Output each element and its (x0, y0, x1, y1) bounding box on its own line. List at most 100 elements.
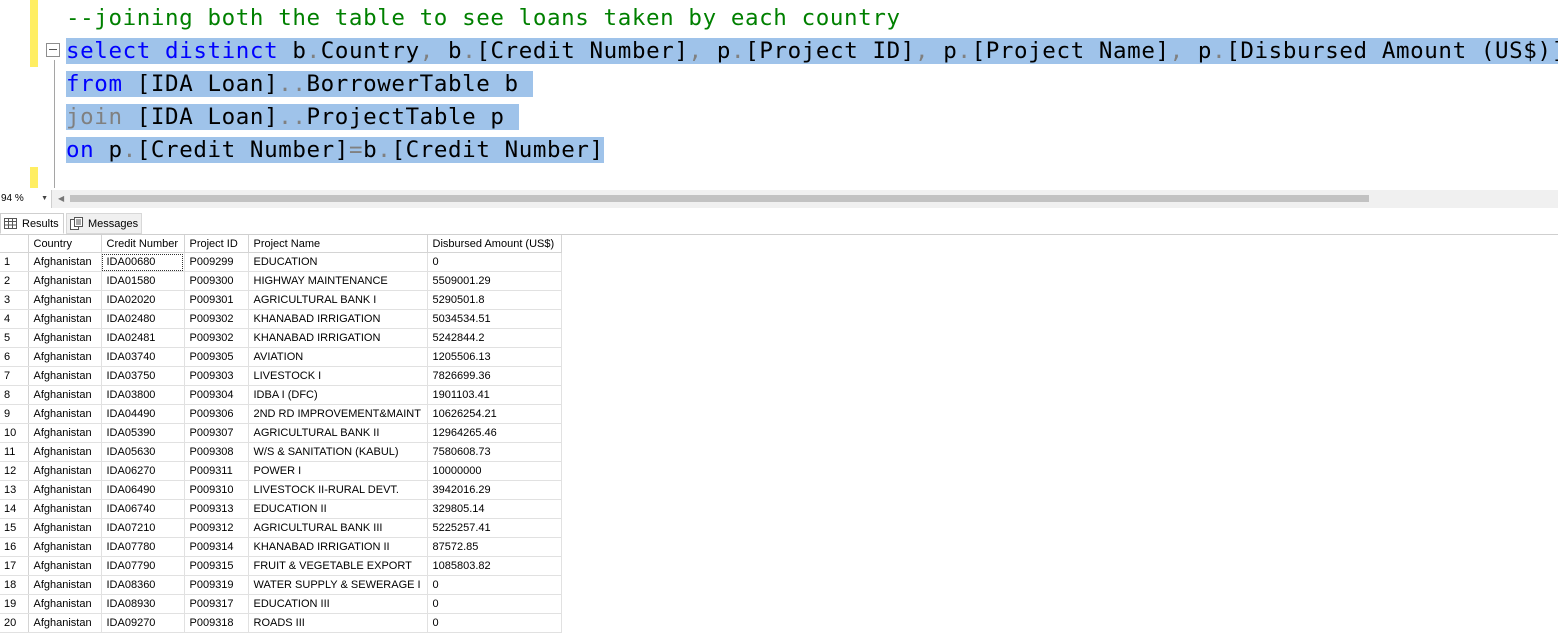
column-header[interactable]: Disbursed Amount (US$) (427, 235, 562, 253)
cell-project-id[interactable]: P009312 (184, 518, 249, 538)
cell-disbursed-amount[interactable]: 1205506.13 (427, 347, 562, 367)
cell-project-id[interactable]: P009302 (184, 309, 249, 329)
cell-project-id[interactable]: P009310 (184, 480, 249, 500)
table-row[interactable]: 8 Afghanistan IDA03800 P009304 IDBA I (DFC) 1… (0, 385, 562, 405)
row-number[interactable]: 15 (0, 518, 29, 538)
cell-credit-number[interactable]: IDA03800 (101, 385, 185, 405)
table-row[interactable]: 13 Afghanistan IDA06490 P009310 LIVESTOCK II… (0, 480, 562, 500)
row-number[interactable]: 19 (0, 594, 29, 614)
cell-disbursed-amount[interactable]: 10000000 (427, 461, 562, 481)
cell-disbursed-amount[interactable]: 0 (427, 252, 562, 272)
column-header[interactable]: Project ID (184, 235, 249, 253)
cell-country[interactable]: Afghanistan (28, 309, 102, 329)
row-number[interactable]: 20 (0, 613, 29, 633)
cell-project-name[interactable]: AGRICULTURAL BANK III (248, 518, 428, 538)
cell-credit-number[interactable]: IDA05390 (101, 423, 185, 443)
cell-credit-number[interactable]: IDA02480 (101, 309, 185, 329)
cell-disbursed-amount[interactable]: 1901103.41 (427, 385, 562, 405)
cell-disbursed-amount[interactable]: 5225257.41 (427, 518, 562, 538)
row-number[interactable]: 5 (0, 328, 29, 348)
cell-disbursed-amount[interactable]: 7580608.73 (427, 442, 562, 462)
cell-project-id[interactable]: P009302 (184, 328, 249, 348)
cell-credit-number[interactable]: IDA00680 (101, 252, 185, 272)
column-header[interactable]: Credit Number (101, 235, 185, 253)
cell-country[interactable]: Afghanistan (28, 423, 102, 443)
cell-project-name[interactable]: AGRICULTURAL BANK I (248, 290, 428, 310)
cell-project-id[interactable]: P009300 (184, 271, 249, 291)
table-row[interactable]: 16 Afghanistan IDA07780 P009314 KHANABAD IRR… (0, 537, 562, 557)
cell-disbursed-amount[interactable]: 10626254.21 (427, 404, 562, 424)
row-number[interactable]: 7 (0, 366, 29, 386)
cell-country[interactable]: Afghanistan (28, 271, 102, 291)
cell-project-name[interactable]: KHANABAD IRRIGATION (248, 328, 428, 348)
table-row[interactable]: 2 Afghanistan IDA01580 P009300 HIGHWAY MAINT… (0, 271, 562, 291)
table-row[interactable]: 15 Afghanistan IDA07210 P009312 AGRICULTURAL… (0, 518, 562, 538)
cell-credit-number[interactable]: IDA06490 (101, 480, 185, 500)
cell-project-name[interactable]: LIVESTOCK I (248, 366, 428, 386)
cell-disbursed-amount[interactable]: 0 (427, 613, 562, 633)
table-row[interactable]: 18 Afghanistan IDA08360 P009319 WATER SUPPLY… (0, 575, 562, 595)
cell-project-name[interactable]: KHANABAD IRRIGATION (248, 309, 428, 329)
cell-project-name[interactable]: EDUCATION (248, 252, 428, 272)
row-number[interactable]: 17 (0, 556, 29, 576)
cell-credit-number[interactable]: IDA07210 (101, 518, 185, 538)
table-row[interactable]: 17 Afghanistan IDA07790 P009315 FRUIT & VEGE… (0, 556, 562, 576)
cell-project-id[interactable]: P009319 (184, 575, 249, 595)
cell-country[interactable]: Afghanistan (28, 537, 102, 557)
cell-project-name[interactable]: POWER I (248, 461, 428, 481)
tab-messages[interactable]: Messages (66, 213, 142, 234)
cell-country[interactable]: Afghanistan (28, 328, 102, 348)
cell-project-name[interactable]: FRUIT & VEGETABLE EXPORT (248, 556, 428, 576)
cell-project-id[interactable]: P009317 (184, 594, 249, 614)
cell-disbursed-amount[interactable]: 0 (427, 575, 562, 595)
cell-disbursed-amount[interactable]: 5509001.29 (427, 271, 562, 291)
cell-credit-number[interactable]: IDA03750 (101, 366, 185, 386)
cell-project-id[interactable]: P009311 (184, 461, 249, 481)
cell-country[interactable]: Afghanistan (28, 518, 102, 538)
table-row[interactable]: 9 Afghanistan IDA04490 P009306 2ND RD IMPROV… (0, 404, 562, 424)
table-row[interactable]: 10 Afghanistan IDA05390 P009307 AGRICULTURAL… (0, 423, 562, 443)
cell-disbursed-amount[interactable]: 1085803.82 (427, 556, 562, 576)
cell-credit-number[interactable]: IDA06270 (101, 461, 185, 481)
cell-project-id[interactable]: P009313 (184, 499, 249, 519)
cell-country[interactable]: Afghanistan (28, 575, 102, 595)
cell-project-id[interactable]: P009301 (184, 290, 249, 310)
cell-country[interactable]: Afghanistan (28, 594, 102, 614)
cell-country[interactable]: Afghanistan (28, 461, 102, 481)
cell-country[interactable]: Afghanistan (28, 290, 102, 310)
collapse-outline-icon[interactable] (46, 43, 60, 57)
row-number[interactable]: 6 (0, 347, 29, 367)
column-header[interactable]: Project Name (248, 235, 428, 253)
row-number[interactable]: 2 (0, 271, 29, 291)
scroll-left-icon[interactable]: ◀ (58, 190, 64, 208)
table-row[interactable]: 4 Afghanistan IDA02480 P009302 KHANABAD IRRI… (0, 309, 562, 329)
cell-credit-number[interactable]: IDA03740 (101, 347, 185, 367)
table-row[interactable]: 7 Afghanistan IDA03750 P009303 LIVESTOCK I 78… (0, 366, 562, 386)
cell-country[interactable]: Afghanistan (28, 366, 102, 386)
cell-country[interactable]: Afghanistan (28, 442, 102, 462)
table-row[interactable]: 14 Afghanistan IDA06740 P009313 EDUCATION II… (0, 499, 562, 519)
table-row[interactable]: 6 Afghanistan IDA03740 P009305 AVIATION 12055… (0, 347, 562, 367)
cell-disbursed-amount[interactable]: 5290501.8 (427, 290, 562, 310)
cell-project-name[interactable]: AVIATION (248, 347, 428, 367)
cell-credit-number[interactable]: IDA09270 (101, 613, 185, 633)
cell-project-name[interactable]: IDBA I (DFC) (248, 385, 428, 405)
cell-disbursed-amount[interactable]: 7826699.36 (427, 366, 562, 386)
table-row[interactable]: 20 Afghanistan IDA09270 P009318 ROADS III 0 (0, 613, 562, 633)
row-number-header[interactable] (0, 235, 29, 253)
cell-credit-number[interactable]: IDA05630 (101, 442, 185, 462)
cell-credit-number[interactable]: IDA06740 (101, 499, 185, 519)
zoom-dropdown[interactable]: 94 % ▼ (0, 190, 52, 208)
cell-credit-number[interactable]: IDA04490 (101, 404, 185, 424)
cell-project-id[interactable]: P009304 (184, 385, 249, 405)
cell-credit-number[interactable]: IDA07780 (101, 537, 185, 557)
cell-disbursed-amount[interactable]: 5034534.51 (427, 309, 562, 329)
table-row[interactable]: 11 Afghanistan IDA05630 P009308 W/S & SANITA… (0, 442, 562, 462)
row-number[interactable]: 18 (0, 575, 29, 595)
cell-country[interactable]: Afghanistan (28, 385, 102, 405)
cell-disbursed-amount[interactable]: 5242844.2 (427, 328, 562, 348)
cell-disbursed-amount[interactable]: 329805.14 (427, 499, 562, 519)
results-grid[interactable]: Country Credit Number Project ID Project… (0, 235, 1558, 633)
cell-disbursed-amount[interactable]: 87572.85 (427, 537, 562, 557)
row-number[interactable]: 11 (0, 442, 29, 462)
